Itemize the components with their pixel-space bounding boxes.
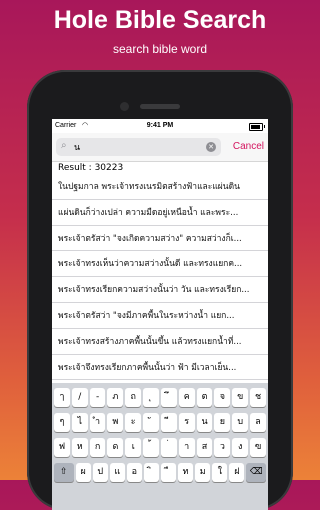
search-icon: ⌕ (61, 140, 67, 151)
list-item[interactable]: พระเจ้าทรงเรียกความสว่างนั้นว่า วัน และท… (52, 277, 268, 303)
key[interactable]: ื (161, 463, 177, 482)
promo-title: Hole Bible Search (53, 6, 267, 34)
promo-subtitle: search bible word (112, 42, 208, 56)
key[interactable]: า (178, 438, 195, 457)
list-item[interactable]: ในปฐมกาล พระเจ้าทรงเนรมิตสร้างฟ้าและแผ่น… (52, 174, 268, 200)
key[interactable]: ถ (125, 388, 142, 407)
key[interactable]: ง (232, 438, 249, 457)
key[interactable]: บ (232, 413, 249, 432)
keyboard-row-2: ๆ ไ ำ พ ะ ั ี ร น ย บ ล (54, 413, 266, 432)
key[interactable]: ไ (71, 413, 88, 432)
key[interactable]: ข (232, 388, 249, 407)
key[interactable]: ิ (143, 463, 159, 482)
phone-frame: Carrier ◠ 9:41 PM ⌕ ✕ Cancel Result : 30… (27, 70, 293, 510)
cancel-button[interactable]: Cancel (233, 141, 264, 152)
result-list: ในปฐมกาล พระเจ้าทรงเนรมิตสร้างฟ้าและแผ่น… (52, 174, 268, 381)
key[interactable]: ี (160, 413, 177, 432)
list-item[interactable]: พระเจ้าทรงสร้างภาคพื้นนั้นขึ้น แล้วทรงแย… (52, 329, 268, 355)
key[interactable]: ฃ (250, 438, 266, 457)
key[interactable]: ร (178, 413, 195, 432)
key[interactable]: ้ (143, 438, 159, 457)
key[interactable]: ต (196, 388, 213, 407)
list-item[interactable]: พระเจ้าตรัสว่า "จงเกิดความสว่าง" ความสว่… (52, 226, 268, 252)
key[interactable]: ผ (75, 463, 91, 482)
key[interactable]: ใ (212, 463, 228, 482)
thai-keyboard: ๅ / - ภ ถ ุ ึ ค ต จ ข ช ๆ ไ ำ พ ะ ั ี (52, 383, 268, 510)
key[interactable]: ล (250, 413, 266, 432)
battery-icon (249, 123, 263, 131)
keyboard-row-3: ฟ ห ก ด เ ้ ่ า ส ว ง ฃ (54, 438, 266, 457)
list-item[interactable]: พระเจ้าทรงเห็นว่าความสว่างนั้นดี และทรงแ… (52, 251, 268, 278)
keyboard-row-1: ๅ / - ภ ถ ุ ึ ค ต จ ข ช (54, 388, 266, 407)
key[interactable]: ช (250, 388, 266, 407)
key[interactable]: ่ (160, 438, 177, 457)
key[interactable]: แ (109, 463, 125, 482)
search-field[interactable]: ⌕ ✕ (56, 138, 221, 156)
list-item[interactable]: แผ่นดินก็ว่างเปล่า ความมืดอยู่เหนือน้ำ แ… (52, 200, 268, 226)
shift-key[interactable]: ⇧ (54, 463, 74, 482)
earpiece-speaker (140, 104, 180, 109)
key[interactable]: พ (107, 413, 124, 432)
search-bar: ⌕ ✕ Cancel (52, 133, 268, 162)
list-item[interactable]: พระเจ้าจึงทรงเรียกภาคพื้นนั้นว่า ฟ้า มีเ… (52, 355, 268, 381)
app-screen: Carrier ◠ 9:41 PM ⌕ ✕ Cancel Result : 30… (52, 119, 268, 510)
key[interactable]: ภ (107, 388, 124, 407)
clear-icon[interactable]: ✕ (206, 142, 216, 152)
list-item[interactable]: พระเจ้าตรัสว่า "จงมีภาคพื้นในระหว่างน้ำ … (52, 303, 268, 329)
key[interactable]: ป (92, 463, 108, 482)
keyboard-row-4: ⇧ ผ ป แ อ ิ ื ท ม ใ ฝ ⌫ (54, 463, 266, 482)
key[interactable]: ฝ (229, 463, 245, 482)
key[interactable]: ค (178, 388, 195, 407)
status-bar: Carrier ◠ 9:41 PM (52, 119, 268, 133)
key[interactable]: ๆ (54, 413, 70, 432)
key[interactable]: ม (195, 463, 211, 482)
key[interactable]: จ (214, 388, 231, 407)
key[interactable]: ว (214, 438, 231, 457)
key[interactable]: ส (196, 438, 213, 457)
key[interactable]: ุ (143, 388, 159, 407)
backspace-key[interactable]: ⌫ (246, 463, 266, 482)
key[interactable]: ึ (160, 388, 177, 407)
key[interactable]: ำ (89, 413, 106, 432)
key[interactable]: / (71, 388, 88, 407)
key[interactable]: ย (214, 413, 231, 432)
key[interactable]: - (89, 388, 106, 407)
key[interactable]: ั (143, 413, 159, 432)
status-time: 9:41 PM (146, 122, 174, 129)
key[interactable]: อ (126, 463, 142, 482)
result-count: Result : 30223 (58, 163, 124, 173)
key[interactable]: น (196, 413, 213, 432)
key[interactable]: ห (71, 438, 88, 457)
key[interactable]: เ (125, 438, 142, 457)
front-camera (120, 102, 129, 111)
key[interactable]: ท (178, 463, 194, 482)
key[interactable]: ะ (125, 413, 142, 432)
search-input[interactable] (74, 140, 199, 154)
battery-tip (264, 125, 265, 128)
key[interactable]: ด (107, 438, 124, 457)
key[interactable]: ๅ (54, 388, 70, 407)
key[interactable]: ก (89, 438, 106, 457)
key[interactable]: ฟ (54, 438, 70, 457)
